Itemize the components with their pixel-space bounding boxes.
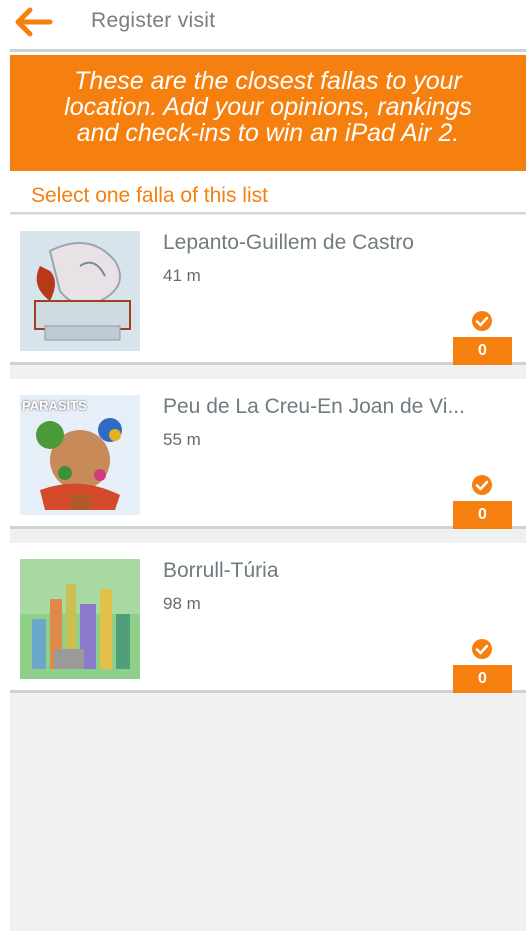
falla-distance: 55 m bbox=[163, 430, 201, 449]
falla-distance: 98 m bbox=[163, 594, 201, 613]
list-item[interactable]: PARASITS Peu de La Creu-En Joan de Vi...… bbox=[10, 379, 526, 529]
falla-thumbnail bbox=[20, 559, 140, 679]
back-button[interactable] bbox=[12, 6, 56, 38]
check-circle-icon[interactable] bbox=[472, 475, 492, 495]
arrow-left-icon bbox=[15, 7, 53, 37]
falla-image bbox=[20, 231, 140, 351]
banner-line: These are the closest fallas to your bbox=[74, 67, 462, 95]
falla-distance: 41 m bbox=[163, 266, 201, 285]
checkin-count-badge: 0 bbox=[453, 337, 512, 365]
list-header-label: Select one falla of this list bbox=[31, 184, 268, 207]
list-header: Select one falla of this list bbox=[10, 171, 526, 214]
falla-image bbox=[20, 559, 140, 679]
falla-list: Select one falla of this list Lepanto-Gu… bbox=[10, 171, 526, 931]
contest-banner: These are the closest fallas to your loc… bbox=[10, 55, 526, 171]
page-title: Register visit bbox=[91, 9, 216, 32]
banner-line: location. Add your opinions, rankings bbox=[64, 93, 472, 121]
falla-thumbnail: PARASITS bbox=[20, 395, 140, 515]
list-item[interactable]: Borrull-Túria 98 m 0 bbox=[10, 543, 526, 693]
falla-image bbox=[20, 395, 140, 515]
falla-thumbnail bbox=[20, 231, 140, 351]
list-item[interactable]: Lepanto-Guillem de Castro 41 m 0 bbox=[10, 215, 526, 365]
thumbnail-caption: PARASITS bbox=[22, 398, 87, 413]
checkin-count-badge: 0 bbox=[453, 665, 512, 693]
checkin-count-badge: 0 bbox=[453, 501, 512, 529]
app-bar: Register visit bbox=[0, 0, 526, 46]
falla-name: Peu de La Creu-En Joan de Vi... bbox=[163, 395, 465, 418]
header-divider bbox=[10, 49, 526, 52]
check-circle-icon[interactable] bbox=[472, 639, 492, 659]
falla-name: Lepanto-Guillem de Castro bbox=[163, 231, 414, 254]
check-circle-icon[interactable] bbox=[472, 311, 492, 331]
falla-name: Borrull-Túria bbox=[163, 559, 279, 582]
banner-line: and check-ins to win an iPad Air 2. bbox=[76, 119, 460, 147]
